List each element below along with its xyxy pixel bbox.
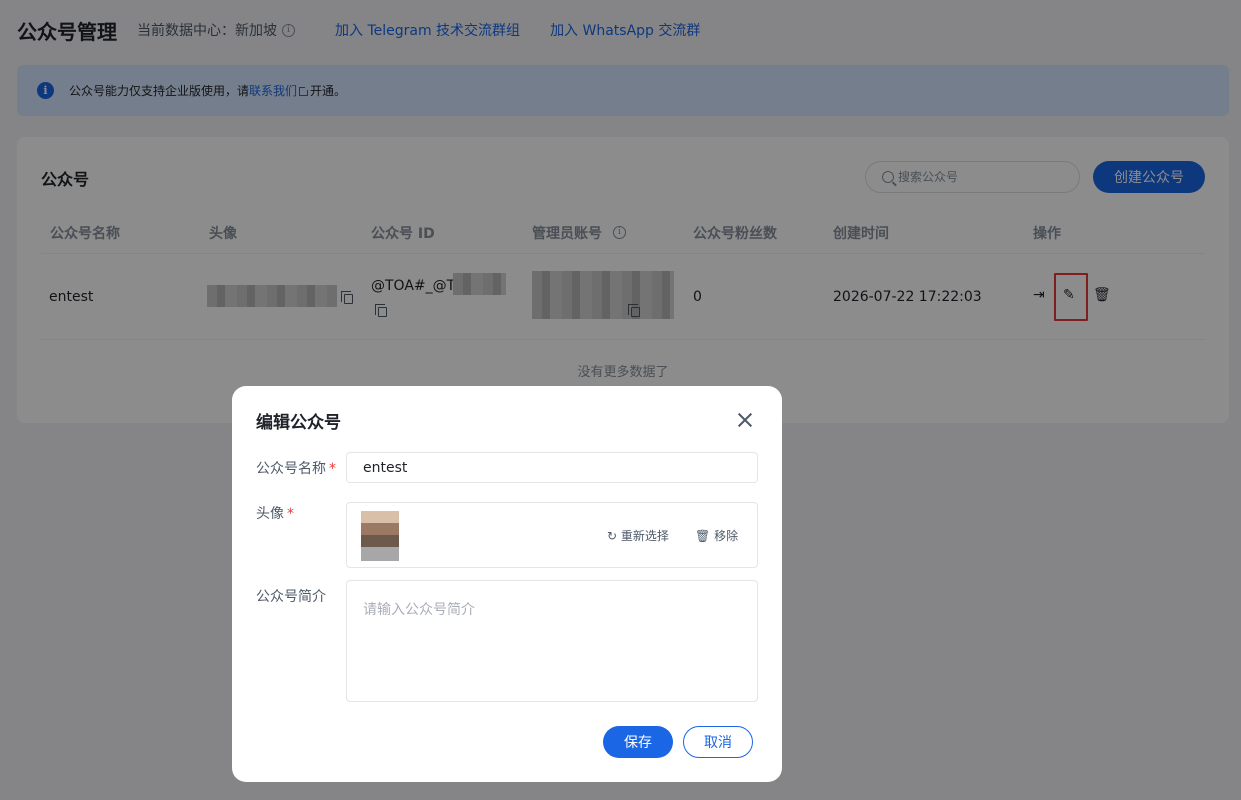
remove-label: 移除 bbox=[714, 529, 739, 543]
name-label-text: 公众号名称 bbox=[256, 461, 326, 477]
refresh-icon: ↻ bbox=[607, 529, 618, 543]
trash-icon: 🗑 bbox=[695, 529, 711, 543]
avatar-label-text: 头像 bbox=[256, 506, 284, 522]
reselect-button[interactable]: ↻ 重新选择 bbox=[607, 527, 669, 544]
remove-button[interactable]: 🗑 移除 bbox=[695, 527, 738, 544]
avatar-preview bbox=[361, 511, 399, 561]
cancel-button[interactable]: 取消 bbox=[683, 726, 753, 758]
avatar-label: 头像 * bbox=[256, 503, 294, 523]
required-marker: * bbox=[329, 461, 336, 477]
desc-label: 公众号简介 bbox=[256, 589, 326, 605]
save-button[interactable]: 保存 bbox=[603, 726, 673, 758]
name-input[interactable] bbox=[346, 452, 758, 483]
dialog-title: 编辑公众号 bbox=[256, 413, 341, 433]
reselect-label: 重新选择 bbox=[620, 529, 669, 543]
close-icon[interactable] bbox=[735, 410, 755, 430]
required-marker: * bbox=[287, 506, 294, 522]
description-input[interactable] bbox=[346, 580, 758, 702]
avatar-uploader: ↻ 重新选择 🗑 移除 bbox=[346, 502, 758, 568]
edit-account-dialog: 编辑公众号 公众号名称* 头像* ↻ 重新选择 🗑 移除 公众号简介 保存 取消 bbox=[232, 386, 782, 782]
name-label: 公众号名称 * bbox=[256, 458, 336, 478]
